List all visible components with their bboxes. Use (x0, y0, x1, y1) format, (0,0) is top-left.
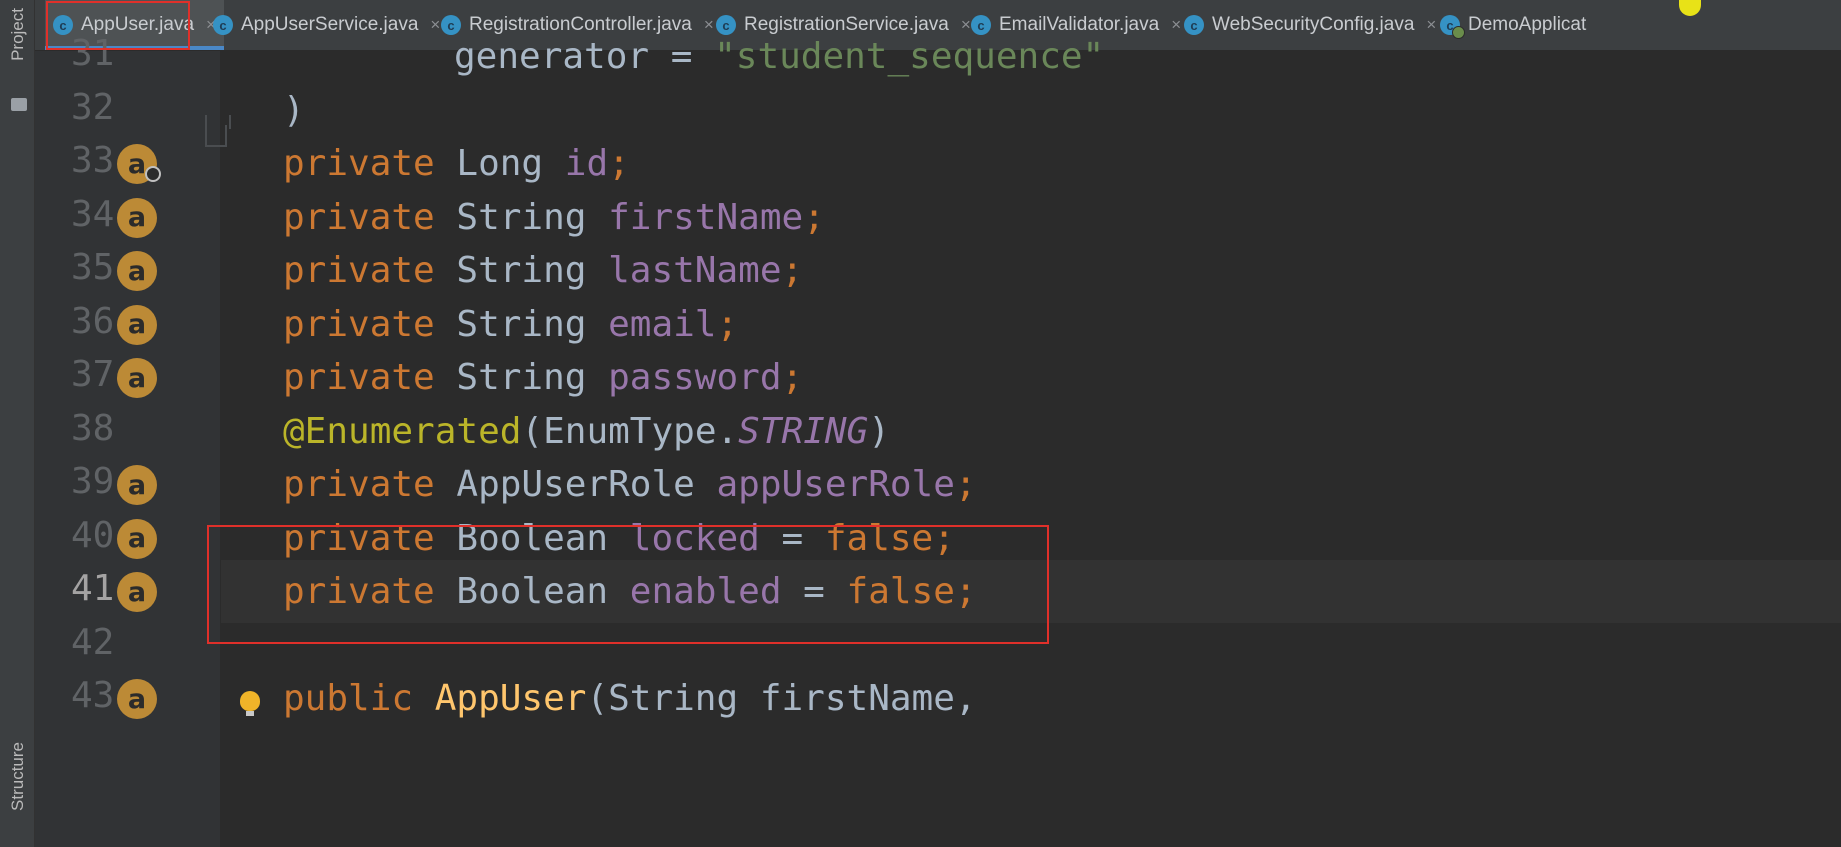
code-token: ; (716, 303, 739, 345)
code-token: ; (954, 464, 977, 505)
line-number[interactable]: 42 (71, 622, 161, 663)
code-token: ; (803, 196, 825, 238)
code-token: ; (781, 357, 804, 398)
code-line[interactable]: public AppUser(String firstName, (221, 667, 1841, 730)
field-icon[interactable]: a (117, 572, 157, 612)
code-token: private (283, 464, 457, 505)
project-tool-window-button[interactable]: Project (0, 8, 34, 118)
code-token: private (283, 517, 457, 559)
code-token: ; (608, 143, 630, 184)
line-number[interactable]: 38 (71, 408, 161, 449)
code-token: (EnumType. (521, 410, 739, 452)
code-token: private (283, 143, 457, 184)
code-token: locked (629, 517, 760, 559)
structure-tool-window-button[interactable]: Structure (0, 742, 34, 847)
code-token: (String firstName, (586, 678, 977, 719)
code-token: private (283, 196, 457, 238)
code-token: "student_sequence" (714, 36, 1105, 77)
line-number[interactable]: 31 (71, 33, 161, 74)
gutter-row: 43 a (35, 667, 220, 730)
code-token: @Enumerated (283, 410, 522, 452)
line-number[interactable]: 32 (71, 87, 161, 128)
code-text: public AppUser(String firstName, (283, 667, 977, 730)
code-token: = (781, 571, 847, 612)
code-token: Boolean (456, 571, 630, 612)
code-token: Long (456, 143, 565, 184)
code-token: AppUserRole (456, 464, 717, 505)
field-icon[interactable]: a (117, 679, 157, 719)
code-editor[interactable]: generator = "student_sequence") private L… (221, 36, 1841, 847)
code-token: String (456, 303, 609, 345)
code-token: ; (781, 250, 804, 291)
code-token: email (608, 303, 717, 345)
tool-window-strip: Project Structure (0, 0, 35, 847)
code-token: = (759, 517, 825, 559)
primary-key-icon (145, 166, 161, 182)
code-token: password (608, 357, 782, 398)
field-icon[interactable]: a (117, 197, 157, 238)
code-token: firstName (608, 196, 804, 238)
code-token: private (283, 303, 457, 345)
field-icon[interactable]: a (117, 518, 157, 559)
field-icon[interactable]: a (117, 358, 157, 398)
code-token: private (283, 250, 457, 291)
code-token: Boolean (456, 517, 630, 559)
code-token: private (283, 571, 457, 612)
code-token: enabled (629, 571, 782, 612)
code-token: false; (846, 571, 977, 612)
structure-label: Structure (8, 742, 27, 811)
code-token: String (456, 196, 609, 238)
code-token: false; (824, 517, 955, 559)
field-icon[interactable]: a (117, 304, 157, 345)
code-token: ) (868, 410, 890, 452)
code-token: private (283, 357, 457, 398)
code-token: ) (283, 89, 305, 131)
field-icon[interactable]: a (117, 465, 157, 505)
folder-icon (11, 98, 27, 111)
code-token: String (456, 357, 609, 398)
editor-gutter: 31 32 33 a 34 a 35 a 36 a 37 a 38 39 a 40 a 41 a 42 43 a (35, 33, 220, 847)
code-token: String (456, 250, 609, 291)
code-token: STRING (738, 410, 869, 452)
field-icon[interactable]: a (117, 251, 157, 291)
code-token: AppUser (434, 678, 587, 719)
code-token: public (283, 678, 435, 719)
code-token: appUserRole (716, 464, 955, 505)
code-token: generator = (454, 36, 715, 77)
intention-lightbulb-icon[interactable] (240, 691, 260, 716)
project-label: Project (8, 8, 27, 61)
code-token: id (564, 143, 609, 184)
code-token: lastName (608, 250, 782, 291)
